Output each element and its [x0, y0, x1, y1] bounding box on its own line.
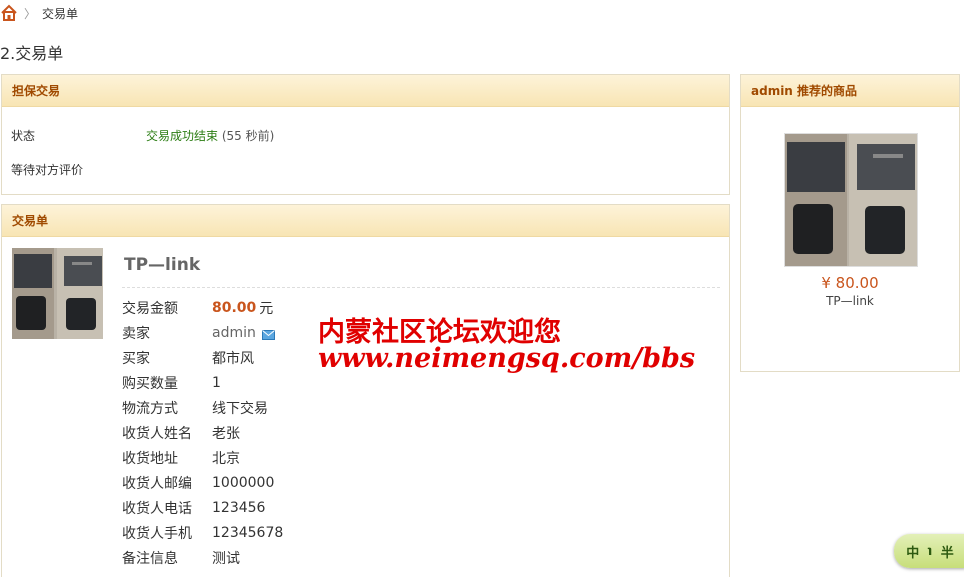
recommended-product-image[interactable]	[784, 133, 918, 267]
info-label: 买家	[122, 351, 150, 367]
info-label: 收货人电话	[122, 501, 192, 517]
info-row-address: 收货地址 北京	[122, 447, 240, 469]
watermark-url-text: www.neimengsq.com/bbs	[318, 343, 696, 374]
breadcrumb-separator: 〉	[24, 6, 37, 21]
info-label: 收货人邮编	[122, 476, 192, 492]
waiting-rating-text: 等待对方评价	[11, 163, 84, 177]
status-label: 状态	[11, 129, 36, 143]
guarantee-panel-header: 担保交易	[2, 75, 729, 107]
info-value: 80.00 元	[212, 298, 273, 318]
info-label: 交易金额	[122, 301, 178, 317]
info-row-quantity: 购买数量 1	[122, 372, 221, 394]
info-label: 物流方式	[122, 401, 178, 417]
info-value: 北京	[212, 451, 240, 467]
product-name-divider	[122, 287, 720, 288]
info-row-receiver-name: 收货人姓名 老张	[122, 422, 240, 444]
info-label: 卖家	[122, 326, 150, 342]
status-value: 交易成功结束 (55 秒前)	[146, 127, 274, 144]
info-label: 收货人手机	[122, 526, 192, 542]
breadcrumb: 〉 交易单	[0, 2, 78, 24]
info-row-amount: 交易金额 80.00 元	[122, 297, 273, 319]
info-value: 测试	[212, 551, 240, 567]
info-row-phone: 收货人电话 123456	[122, 497, 265, 519]
recommend-panel: admin 推荐的商品 ¥ 80.00 TP—link	[740, 74, 960, 372]
recommended-product-name[interactable]: TP—link	[741, 294, 959, 308]
info-label: 购买数量	[122, 376, 178, 392]
recommended-product-price: ¥ 80.00	[821, 274, 879, 292]
guarantee-panel: 担保交易 状态 交易成功结束 (55 秒前) 等待对方评价	[1, 74, 730, 195]
info-value: 都市风	[212, 351, 254, 367]
mail-icon[interactable]	[261, 328, 275, 340]
recommend-panel-header: admin 推荐的商品	[741, 75, 959, 107]
info-row-zipcode: 收货人邮编 1000000	[122, 472, 274, 494]
product-name[interactable]: TP—link	[124, 255, 200, 275]
ime-toolbar[interactable]: 中 ℩ 半	[894, 534, 964, 568]
info-value: 12345678	[212, 525, 284, 541]
info-value: 1000000	[212, 475, 275, 491]
info-value: 1	[212, 375, 221, 391]
info-label: 收货人姓名	[122, 426, 192, 442]
amount-value: 80.00	[212, 300, 257, 316]
breadcrumb-current[interactable]: 交易单	[42, 5, 78, 22]
info-value: 123456	[212, 500, 266, 516]
seller-link[interactable]: admin	[212, 325, 256, 341]
ime-half-width[interactable]: 半	[941, 542, 954, 561]
info-row-logistics: 物流方式 线下交易	[122, 397, 268, 419]
amount-unit: 元	[259, 301, 274, 317]
info-label: 收货地址	[122, 451, 178, 467]
home-icon[interactable]	[0, 4, 18, 22]
order-panel-header: 交易单	[2, 205, 729, 237]
order-panel: 交易单 TP—link 交易金额 80.00 元 卖家 admin 买家 都市风…	[1, 204, 730, 577]
info-row-mobile: 收货人手机 12345678	[122, 522, 283, 544]
info-label: 备注信息	[122, 551, 178, 567]
info-row-buyer: 买家 都市风	[122, 347, 254, 369]
ime-mode-chinese[interactable]: 中	[906, 542, 919, 561]
info-row-remark: 备注信息 测试	[122, 547, 240, 569]
info-value: 老张	[212, 426, 240, 442]
page-title: 2.交易单	[0, 44, 64, 63]
info-value: 线下交易	[212, 401, 268, 417]
status-text: 交易成功结束	[146, 129, 219, 143]
info-row-seller: 卖家 admin	[122, 322, 275, 344]
product-thumbnail[interactable]	[12, 248, 103, 339]
info-value: admin	[212, 325, 275, 341]
status-time: (55 秒前)	[221, 129, 275, 143]
ime-punctuation[interactable]: ℩	[928, 544, 932, 559]
